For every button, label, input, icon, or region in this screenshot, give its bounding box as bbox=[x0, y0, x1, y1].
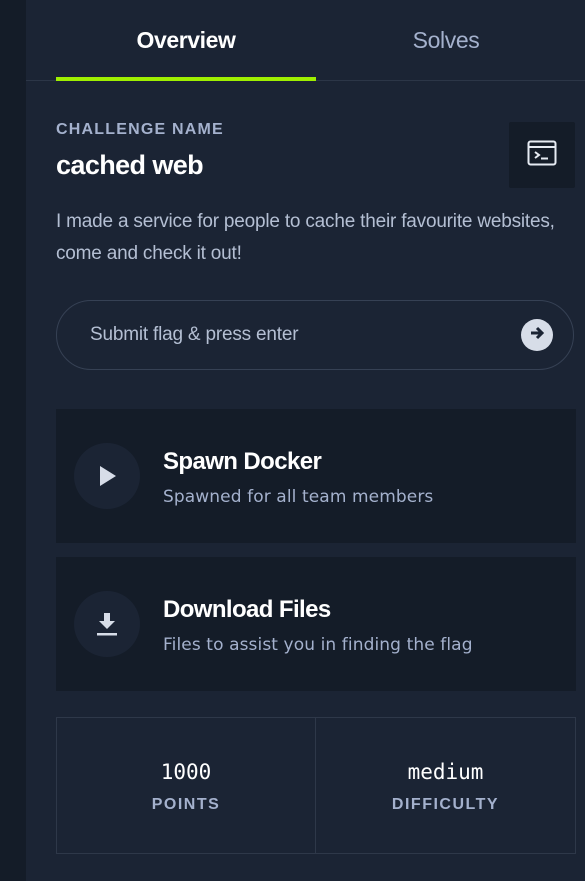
flag-field bbox=[56, 300, 574, 370]
tab-solves[interactable]: Solves bbox=[316, 0, 576, 81]
spawn-docker-subtitle: Spawned for all team members bbox=[163, 487, 434, 507]
active-tab-indicator bbox=[56, 77, 316, 81]
play-icon bbox=[74, 443, 140, 509]
spawn-docker-card[interactable]: Spawn Docker Spawned for all team member… bbox=[56, 409, 576, 543]
points-stat: 1000 POINTS bbox=[57, 718, 316, 853]
difficulty-value: medium bbox=[407, 760, 484, 784]
points-label: POINTS bbox=[151, 796, 221, 813]
challenge-name-label: CHALLENGE NAME bbox=[56, 121, 224, 138]
challenge-panel: Overview Solves CHALLENGE NAME cached we… bbox=[26, 0, 585, 881]
terminal-button[interactable] bbox=[509, 122, 575, 188]
download-files-card[interactable]: Download Files Files to assist you in fi… bbox=[56, 557, 576, 691]
terminal-icon bbox=[527, 140, 557, 171]
flag-input[interactable] bbox=[90, 301, 510, 369]
spawn-docker-title: Spawn Docker bbox=[163, 448, 322, 475]
tab-bar: Overview Solves bbox=[26, 0, 585, 81]
download-files-title: Download Files bbox=[163, 596, 331, 623]
points-value: 1000 bbox=[160, 760, 212, 784]
download-icon bbox=[74, 591, 140, 657]
challenge-stats: 1000 POINTS medium DIFFICULTY bbox=[56, 717, 576, 854]
challenge-title: cached web bbox=[56, 150, 204, 180]
difficulty-label: DIFFICULTY bbox=[391, 796, 500, 813]
arrow-right-circle-icon bbox=[528, 324, 546, 347]
download-files-subtitle: Files to assist you in finding the flag bbox=[163, 635, 473, 655]
difficulty-stat: medium DIFFICULTY bbox=[316, 718, 575, 853]
challenge-description: I made a service for people to cache the… bbox=[56, 211, 555, 264]
tab-overview[interactable]: Overview bbox=[56, 0, 316, 81]
submit-flag-button[interactable] bbox=[521, 319, 553, 351]
left-gutter bbox=[0, 0, 26, 881]
